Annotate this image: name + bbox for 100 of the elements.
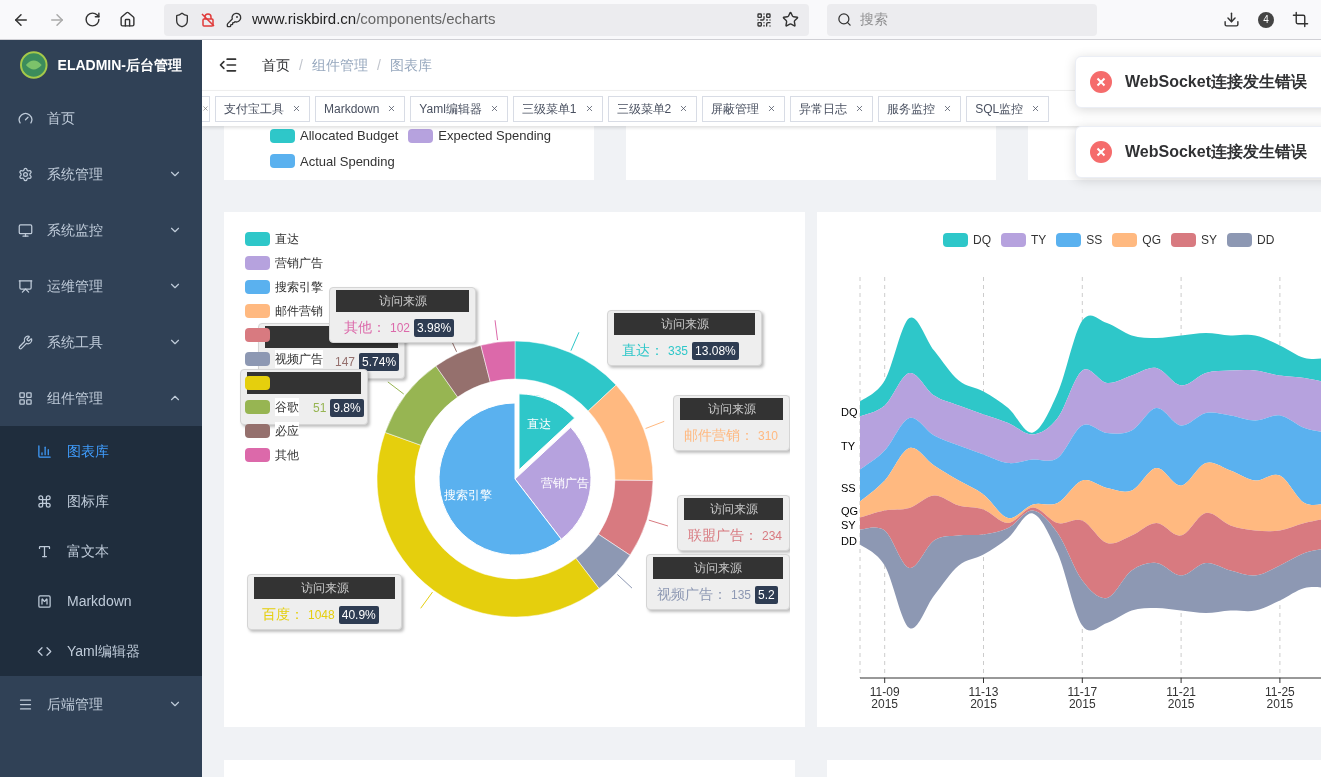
- submenu-item[interactable]: 图标库: [0, 476, 202, 526]
- legend-label[interactable]: SY: [1201, 231, 1218, 249]
- tag[interactable]: SQL监控: [966, 95, 1050, 122]
- legend-swatch[interactable]: [245, 400, 270, 414]
- legend-label[interactable]: 视频广告: [275, 350, 323, 368]
- address-bar[interactable]: www.riskbird.cn/components/echarts: [164, 3, 809, 36]
- close-icon[interactable]: [943, 104, 953, 113]
- legend-swatch[interactable]: [270, 128, 295, 143]
- callout-title: 访问来源: [300, 580, 349, 597]
- close-icon[interactable]: [679, 104, 689, 113]
- callout-value: 147: [335, 354, 356, 371]
- markdown-icon: [37, 593, 52, 609]
- legend-label[interactable]: Allocated Budget: [300, 126, 399, 146]
- legend-swatch[interactable]: [245, 424, 270, 438]
- legend-swatch[interactable]: [1056, 233, 1082, 247]
- tag[interactable]: Markdown: [315, 95, 406, 122]
- crop-icon[interactable]: [1292, 11, 1309, 28]
- legend-label[interactable]: SS: [1086, 231, 1103, 249]
- globe-logo-icon: [20, 51, 48, 79]
- legend-label[interactable]: 营销广告: [275, 254, 323, 272]
- qr-code-icon[interactable]: [756, 11, 772, 28]
- legend-swatch[interactable]: [943, 233, 968, 247]
- callout-name: 百度：: [262, 605, 304, 624]
- legend-swatch[interactable]: [1227, 233, 1253, 247]
- search-field[interactable]: 搜索: [827, 3, 1097, 36]
- close-icon[interactable]: [855, 104, 865, 113]
- home-icon[interactable]: [119, 11, 136, 28]
- sidebar-item[interactable]: 系统监控: [0, 202, 202, 258]
- axis-tick-label: 11-25: [1265, 686, 1295, 698]
- legend-label[interactable]: Actual Spending: [300, 151, 395, 171]
- legend-label[interactable]: 必应: [275, 422, 299, 440]
- shield-icon[interactable]: [174, 11, 190, 28]
- legend-label[interactable]: 搜索引擎: [275, 278, 323, 296]
- legend-label[interactable]: DQ: [973, 231, 991, 249]
- legend-label[interactable]: 谷歌: [275, 398, 299, 416]
- percent-badge: 40.9%: [338, 605, 379, 624]
- legend-swatch[interactable]: [245, 256, 270, 270]
- tag[interactable]: 服务监控: [878, 95, 962, 122]
- tag[interactable]: Yaml编辑器: [410, 95, 508, 122]
- close-icon[interactable]: [202, 105, 209, 112]
- legend-swatch[interactable]: [1001, 233, 1026, 247]
- legend-label[interactable]: 直达: [275, 230, 299, 248]
- close-icon[interactable]: [1031, 104, 1041, 113]
- tag[interactable]: 屏蔽管理: [702, 95, 786, 122]
- axis-tick-label: 11-17: [1067, 686, 1098, 698]
- legend-swatch[interactable]: [1112, 233, 1138, 247]
- reload-icon[interactable]: [84, 11, 101, 28]
- tag[interactable]: 异常日志: [790, 95, 874, 122]
- legend-label[interactable]: DD: [1257, 231, 1275, 249]
- close-icon[interactable]: [489, 104, 499, 113]
- legend-swatch[interactable]: [245, 376, 270, 390]
- percent-badge: 5.74%: [359, 353, 400, 371]
- tag[interactable]: 三级菜单1: [512, 95, 603, 122]
- sidebar-item[interactable]: 组件管理: [0, 370, 202, 426]
- sidebar-item[interactable]: 运维管理: [0, 258, 202, 314]
- lock-off-icon[interactable]: [200, 11, 216, 28]
- legend-label[interactable]: Expected Spending: [438, 126, 552, 146]
- tag[interactable]: [202, 95, 210, 122]
- legend-swatch[interactable]: [408, 128, 434, 143]
- sidebar-item[interactable]: 后端管理: [0, 676, 202, 732]
- legend-swatch[interactable]: [245, 280, 270, 294]
- leader-line: [420, 591, 433, 609]
- menu-icon: [18, 696, 33, 712]
- wrench-icon: [18, 334, 33, 350]
- notification-text: WebSocket连接发生错误: [1125, 72, 1307, 92]
- sidebar-item[interactable]: 系统工具: [0, 314, 202, 370]
- legend-swatch[interactable]: [245, 352, 270, 366]
- tag[interactable]: 三级菜单2: [607, 95, 698, 122]
- leader-line: [648, 519, 669, 527]
- download-icon[interactable]: [1223, 11, 1240, 28]
- close-icon[interactable]: [584, 104, 594, 113]
- search-input[interactable]: 搜索: [860, 9, 1087, 30]
- key-icon[interactable]: [226, 11, 242, 28]
- sidebar-item[interactable]: 系统管理: [0, 146, 202, 202]
- legend-swatch[interactable]: [245, 328, 270, 342]
- star-icon[interactable]: [782, 11, 799, 28]
- submenu-item[interactable]: Markdown: [0, 576, 202, 626]
- legend-label[interactable]: QG: [1142, 231, 1162, 249]
- legend-label[interactable]: 其他: [275, 446, 299, 464]
- close-icon[interactable]: [292, 104, 301, 113]
- legend-label[interactable]: 邮件营销: [275, 302, 323, 320]
- submenu-item[interactable]: Yaml编辑器: [0, 626, 202, 676]
- callout-name: 直达：: [622, 341, 664, 360]
- submenu-item[interactable]: 图表库: [0, 426, 202, 476]
- axis-tick-label: 2015: [970, 698, 997, 710]
- sidebar-item[interactable]: 首页: [0, 90, 202, 146]
- submenu-item[interactable]: 富文本: [0, 526, 202, 576]
- legend-swatch[interactable]: [1171, 233, 1197, 247]
- collapse-menu-icon[interactable]: [218, 55, 238, 75]
- legend-swatch[interactable]: [245, 448, 270, 462]
- tag[interactable]: 支付宝工具: [215, 95, 310, 122]
- breadcrumb-item: 首页: [262, 55, 290, 75]
- legend-swatch[interactable]: [245, 232, 270, 246]
- legend-swatch[interactable]: [245, 304, 270, 318]
- legend-label[interactable]: TY: [1031, 231, 1047, 249]
- callout-value: 102: [390, 319, 411, 337]
- close-icon[interactable]: [767, 104, 777, 113]
- callout-value: 310: [758, 427, 779, 445]
- close-icon[interactable]: [387, 104, 397, 113]
- legend-swatch[interactable]: [270, 154, 295, 169]
